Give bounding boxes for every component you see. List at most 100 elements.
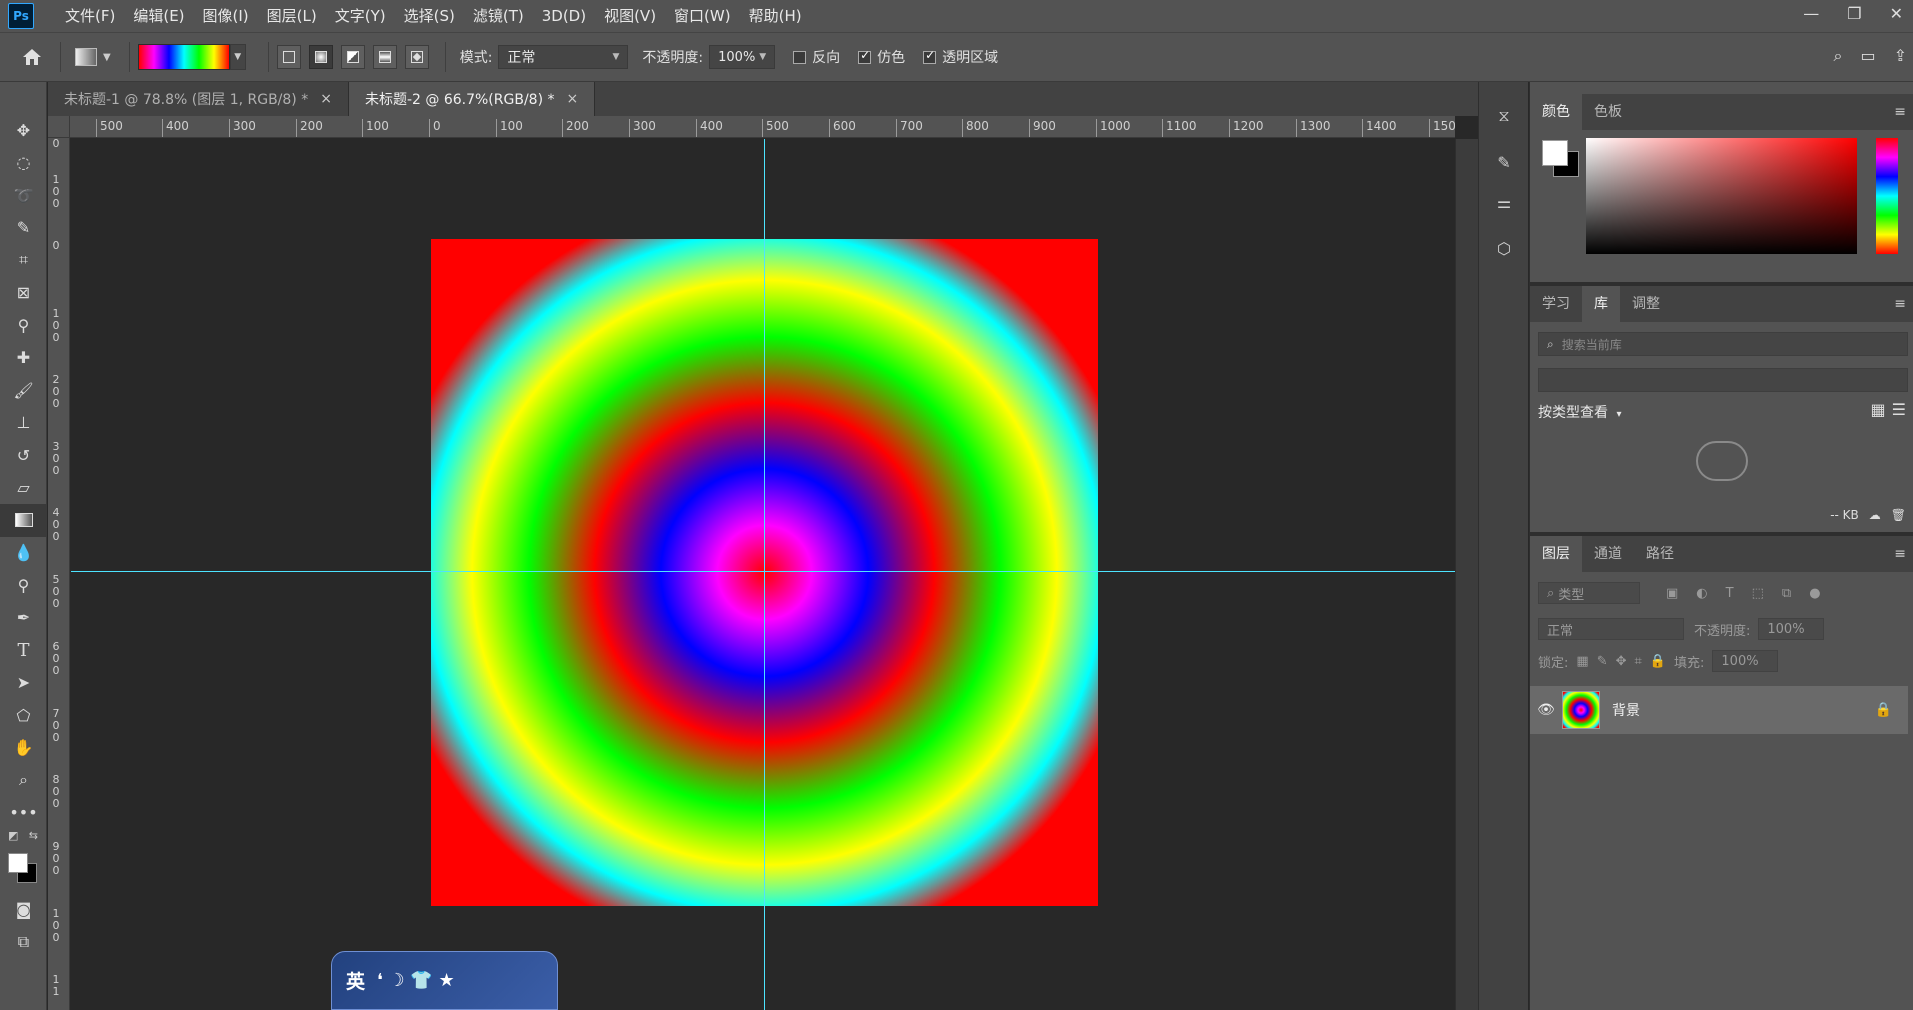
gradient-picker[interactable] (137, 44, 230, 70)
diamond-gradient-button[interactable] (404, 45, 429, 69)
screen-mode-icon[interactable]: ⧉ (0, 926, 47, 959)
opacity-input[interactable]: 100% ▼ (709, 45, 776, 69)
gradient-tool-icon[interactable] (0, 504, 47, 537)
panel-menu-icon[interactable]: ≡ (1894, 104, 1906, 120)
color-picker-field[interactable] (1586, 138, 1857, 254)
dither-checkbox[interactable] (858, 48, 872, 64)
mode-dropdown[interactable]: 正常 ▼ (498, 45, 629, 69)
ime-icons[interactable]: ❛ ☽ 👕 ★ (377, 970, 455, 991)
library-selector-dropdown[interactable] (1538, 368, 1908, 392)
chevron-down-icon[interactable]: ▼ (103, 52, 111, 63)
trash-icon[interactable]: 🗑 (1891, 508, 1906, 522)
close-icon[interactable]: ✕ (1890, 4, 1903, 23)
ruler-vertical[interactable]: 0 1 0 0 0 1 0 0 2 0 0 3 0 0 4 0 0 5 0 0 … (48, 138, 70, 1010)
layer-opacity-input[interactable]: 100% (1758, 618, 1825, 640)
hand-tool-icon[interactable]: ✋ (0, 732, 47, 765)
stamp-tool-icon[interactable]: ⊥ (0, 407, 47, 440)
hue-slider[interactable] (1876, 138, 1898, 254)
share-icon[interactable]: ⇪ (1894, 46, 1907, 66)
transparency-checkbox[interactable] (923, 48, 937, 64)
menu-help[interactable]: 帮助(H) (740, 0, 811, 32)
menu-3d[interactable]: 3D(D) (533, 0, 595, 32)
home-icon[interactable] (12, 48, 52, 66)
history-panel-icon[interactable]: ⧖ (1479, 96, 1529, 136)
healing-brush-tool-icon[interactable]: ✚ (0, 342, 47, 375)
visibility-eye-icon[interactable]: 👁 (1530, 702, 1562, 718)
quick-selection-tool-icon[interactable]: ✎ (0, 212, 47, 245)
default-colors-icon[interactable]: ◩ (8, 829, 18, 849)
menu-file[interactable]: 文件(F) (56, 0, 124, 32)
panel-menu-icon[interactable]: ≡ (1894, 296, 1906, 312)
grid-view-icon[interactable]: ▦ (1871, 400, 1886, 419)
tab-swatches[interactable]: 色板 (1582, 94, 1634, 130)
filter-adjustment-icon[interactable]: ◐ (1696, 586, 1707, 601)
menu-filter[interactable]: 滤镜(T) (464, 0, 533, 32)
canvas-area[interactable]: 英 ❛ ☽ 👕 ★ (71, 139, 1455, 1010)
gradient-tool-preset-icon[interactable] (75, 48, 97, 66)
blur-tool-icon[interactable]: 💧 (0, 537, 47, 570)
foreground-color[interactable] (8, 853, 28, 873)
lasso-tool-icon[interactable]: ➰ (0, 179, 47, 212)
lock-image-icon[interactable]: ✎ (1597, 654, 1608, 669)
cloud-sync-icon[interactable]: ☁ (1869, 508, 1881, 522)
tab-document-2[interactable]: 未标题-2 @ 66.7%(RGB/8) * × (348, 82, 596, 116)
history-brush-tool-icon[interactable]: ↺ (0, 439, 47, 472)
radial-gradient-button[interactable] (308, 45, 333, 69)
frame-tool-icon[interactable]: ⊠ (0, 277, 47, 310)
filter-type-icon[interactable]: T (1726, 586, 1734, 601)
menu-layer[interactable]: 图层(L) (258, 0, 326, 32)
menu-window[interactable]: 窗口(W) (665, 0, 740, 32)
linear-gradient-button[interactable] (276, 45, 301, 69)
filter-toggle-icon[interactable]: ● (1809, 586, 1820, 601)
minimize-icon[interactable]: — (1803, 4, 1819, 23)
tab-channels[interactable]: 通道 (1582, 536, 1634, 572)
ime-language-indicator[interactable]: 英 (346, 967, 365, 994)
tab-color[interactable]: 颜色 (1530, 94, 1582, 130)
tab-adjustments[interactable]: 调整 (1620, 286, 1672, 322)
brush-settings-panel-icon[interactable]: ✎ (1479, 142, 1529, 182)
foreground-color-swatch[interactable] (1542, 140, 1568, 166)
lock-all-icon[interactable]: 🔒 (1650, 654, 1666, 669)
panel-menu-icon[interactable]: ≡ (1894, 546, 1906, 562)
more-tools-icon[interactable]: ••• (0, 797, 47, 830)
restore-icon[interactable]: ❐ (1847, 4, 1861, 23)
pen-tool-icon[interactable]: ✒ (0, 602, 47, 635)
brush-tool-icon[interactable]: 🖌 (0, 374, 47, 407)
menu-view[interactable]: 视图(V) (595, 0, 665, 32)
3d-panel-icon[interactable]: ⬡ (1479, 228, 1529, 268)
ruler-horizontal[interactable]: 500 400 300 200 100 0 100 200 300 400 50… (70, 116, 1455, 138)
close-icon[interactable]: × (566, 91, 578, 107)
list-view-icon[interactable]: ☰ (1892, 400, 1906, 419)
layer-name[interactable]: 背景 (1612, 700, 1875, 720)
path-selection-tool-icon[interactable]: ➤ (0, 667, 47, 700)
move-tool-icon[interactable]: ✥ (0, 114, 47, 147)
library-view-by-type[interactable]: 按类型查看 ▾ (1538, 402, 1621, 422)
gradient-dropdown-chevron-icon[interactable]: ▼ (229, 44, 246, 70)
swap-colors-icon[interactable]: ◩ ⇆ (0, 829, 46, 849)
lock-artboard-icon[interactable]: ⌗ (1635, 654, 1642, 669)
eraser-tool-icon[interactable]: ▱ (0, 472, 47, 505)
layer-row[interactable]: 👁 背景 🔒 (1530, 686, 1908, 734)
menu-edit[interactable]: 编辑(E) (124, 0, 193, 32)
color-swatches[interactable] (0, 849, 46, 893)
shape-tool-icon[interactable]: ⬠ (0, 699, 47, 732)
marquee-tool-icon[interactable]: ◌ (0, 147, 47, 180)
angle-gradient-button[interactable] (340, 45, 365, 69)
dodge-tool-icon[interactable]: ⚲ (0, 569, 47, 602)
library-search-input[interactable]: ⌕ 搜索当前库 (1538, 332, 1908, 356)
lock-transparent-icon[interactable]: ▦ (1576, 654, 1588, 669)
tab-layers[interactable]: 图层 (1530, 536, 1582, 572)
reverse-checkbox[interactable] (793, 50, 807, 64)
horizontal-guide[interactable] (71, 571, 1455, 572)
lock-icon[interactable]: 🔒 (1875, 702, 1892, 718)
vertical-guide[interactable] (764, 139, 765, 1010)
filter-pixel-icon[interactable]: ▣ (1666, 586, 1678, 601)
ruler-origin[interactable] (48, 116, 70, 138)
tab-document-1[interactable]: 未标题-1 @ 78.8% (图层 1, RGB/8) * × (48, 82, 349, 116)
canvas-scrollbar[interactable] (1455, 139, 1478, 1010)
eyedropper-tool-icon[interactable]: ⚲ (0, 309, 47, 342)
filter-smart-object-icon[interactable]: ⧉ (1782, 586, 1791, 601)
properties-panel-icon[interactable]: ⚌ (1479, 182, 1529, 222)
close-icon[interactable]: × (320, 91, 332, 107)
menu-select[interactable]: 选择(S) (395, 0, 464, 32)
